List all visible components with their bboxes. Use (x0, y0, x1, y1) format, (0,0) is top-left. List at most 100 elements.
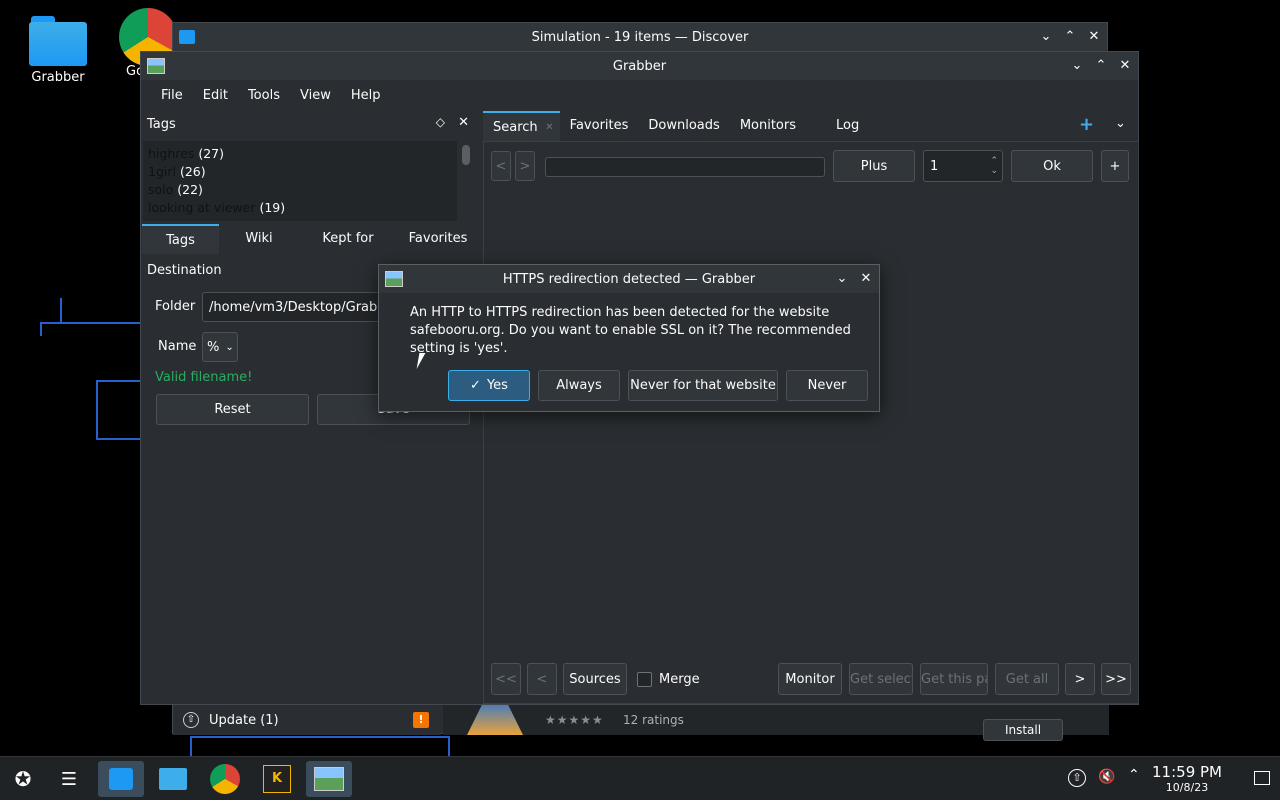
always-button[interactable]: Always (538, 370, 620, 401)
plus-button[interactable]: Plus (833, 150, 915, 182)
close-tab-icon[interactable]: ✕ (545, 113, 553, 143)
app-listing[interactable]: ★★★★★ 12 ratings Install (443, 701, 1109, 741)
prev-page-button[interactable]: < (527, 663, 557, 695)
window-title: Simulation - 19 items — Discover (531, 29, 749, 45)
wallpaper-decoration (40, 322, 140, 336)
get-selected-button[interactable]: Get selected (849, 663, 913, 695)
close-icon[interactable]: ✕ (1118, 59, 1132, 73)
name-label: Name (158, 339, 197, 354)
chevron-down-icon[interactable]: ⌄ (1115, 116, 1126, 131)
last-page-button[interactable]: >> (1101, 663, 1131, 695)
tab-kept-for-later[interactable]: Kept for later (299, 224, 397, 276)
ok-button[interactable]: Ok (1011, 150, 1093, 182)
search-input[interactable] (545, 157, 825, 177)
yes-button[interactable]: ✓ Yes (448, 370, 530, 401)
show-desktop-icon[interactable] (1254, 771, 1270, 785)
wallpaper-decoration (60, 298, 80, 324)
tag-list: highres (27) 1girl (26) solo (22) lookin… (143, 141, 457, 221)
tab-downloads[interactable]: Downloads (638, 111, 729, 141)
next-page-button[interactable]: > (1065, 663, 1095, 695)
tab-monitors[interactable]: Monitors (730, 111, 806, 141)
name-select[interactable]: % ⌄ (202, 332, 238, 362)
name-value: % (207, 339, 220, 355)
sources-button[interactable]: Sources (563, 663, 627, 695)
valid-filename-status: Valid filename! (155, 370, 253, 385)
discover-titlebar[interactable]: Simulation - 19 items — Discover ⌄ ⌃ ✕ (173, 23, 1107, 51)
file-manager-icon[interactable] (150, 761, 196, 797)
chevron-up-icon[interactable]: ⌃ (1128, 767, 1140, 783)
folder-label: Folder (155, 299, 196, 314)
grabber-titlebar[interactable]: Grabber ⌄ ⌃ ✕ (141, 52, 1138, 80)
chevron-down-icon: ⌄ (225, 341, 234, 353)
list-item[interactable]: solo (22) (148, 181, 457, 199)
wallpaper-decoration (96, 380, 140, 440)
maximize-icon[interactable]: ⌃ (1063, 30, 1077, 44)
install-button[interactable]: Install (983, 719, 1063, 741)
menu-file[interactable]: File (151, 88, 193, 103)
close-icon[interactable]: ✕ (458, 115, 469, 130)
https-redirect-dialog[interactable]: HTTPS redirection detected — Grabber ⌄ ✕… (378, 264, 880, 412)
reset-button[interactable]: Reset (156, 394, 309, 425)
clock[interactable]: 11:59 PM 10/8/23 (1152, 763, 1222, 794)
tags-dock-title: Tags (147, 117, 176, 132)
spin-arrows-icon[interactable]: ⌃ ⌄ (990, 156, 998, 176)
app-logo-icon (467, 701, 523, 735)
add-tab-icon[interactable]: + (1079, 114, 1094, 135)
updates-tray-icon[interactable]: ⇧ (1068, 769, 1086, 787)
update-item[interactable]: ⇧ Update (1) ! (173, 705, 441, 735)
prev-button[interactable]: < (491, 151, 511, 181)
page-value: 1 (930, 158, 939, 174)
chrome-taskbar-icon[interactable] (202, 761, 248, 797)
minimize-icon[interactable]: ⌄ (1039, 30, 1053, 44)
list-item[interactable]: 1girl (26) (148, 163, 457, 181)
scrollbar[interactable] (462, 145, 470, 165)
never-for-website-button[interactable]: Never for that website (628, 370, 778, 401)
window-title: Grabber (612, 58, 667, 74)
kate-editor-icon[interactable]: K (254, 761, 300, 797)
wallpaper-decoration (190, 736, 450, 756)
page-spinbox[interactable]: 1 ⌃ ⌄ (923, 150, 1003, 182)
add-search-button[interactable]: + (1101, 150, 1129, 182)
close-icon[interactable]: ✕ (1087, 30, 1101, 44)
list-item[interactable]: highres (27) (148, 145, 457, 163)
menu-tools[interactable]: Tools (238, 88, 290, 103)
menu-view[interactable]: View (290, 88, 341, 103)
minimize-icon[interactable]: ⌄ (835, 272, 849, 286)
merge-label: Merge (659, 672, 700, 687)
next-button[interactable]: > (515, 151, 535, 181)
get-page-button[interactable]: Get this page (920, 663, 988, 695)
rating-stars-icon: ★★★★★ (545, 713, 604, 727)
app-launcher-icon[interactable]: ✪ (0, 761, 46, 797)
update-icon: ⇧ (183, 712, 199, 728)
desktop-icon-grabber[interactable]: Grabber (20, 14, 96, 85)
merge-checkbox[interactable] (637, 672, 652, 687)
tab-wiki[interactable]: Wiki (219, 224, 299, 254)
desktop-icon-label: Grabber (31, 70, 85, 85)
grabber-taskbar-icon[interactable] (306, 761, 352, 797)
system-settings-icon[interactable]: ☰ (46, 761, 92, 797)
maximize-icon[interactable]: ⌃ (1094, 59, 1108, 73)
discover-taskbar-icon[interactable] (98, 761, 144, 797)
tab-search[interactable]: Search ✕ (483, 111, 560, 141)
menu-edit[interactable]: Edit (193, 88, 238, 103)
volume-muted-icon[interactable]: 🔇 (1098, 769, 1115, 785)
minimize-icon[interactable]: ⌄ (1070, 59, 1084, 73)
tab-favorites[interactable]: Favorites (397, 224, 479, 254)
menu-help[interactable]: Help (341, 88, 391, 103)
first-page-button[interactable]: << (491, 663, 521, 695)
main-tabs: Search ✕ Favorites Downloads Monitors Lo… (483, 111, 883, 141)
get-all-button[interactable]: Get all (995, 663, 1059, 695)
destination-title: Destination (147, 263, 222, 278)
ratings-count: 12 ratings (623, 713, 684, 727)
tab-tags[interactable]: Tags (142, 224, 219, 254)
tab-favorites-main[interactable]: Favorites (560, 111, 639, 141)
tab-log[interactable]: Log (806, 111, 869, 141)
menubar: File Edit Tools View Help (141, 80, 1138, 110)
float-icon[interactable]: ◇ (436, 115, 445, 129)
monitor-button[interactable]: Monitor (778, 663, 842, 695)
never-button[interactable]: Never (786, 370, 868, 401)
close-icon[interactable]: ✕ (859, 272, 873, 286)
taskbar: ✪ ☰ K ⇧ 🔇 ⌃ 11:59 PM 10/8/23 (0, 756, 1280, 800)
dialog-titlebar[interactable]: HTTPS redirection detected — Grabber ⌄ ✕ (379, 265, 879, 293)
list-item[interactable]: looking at viewer (19) (148, 199, 457, 217)
